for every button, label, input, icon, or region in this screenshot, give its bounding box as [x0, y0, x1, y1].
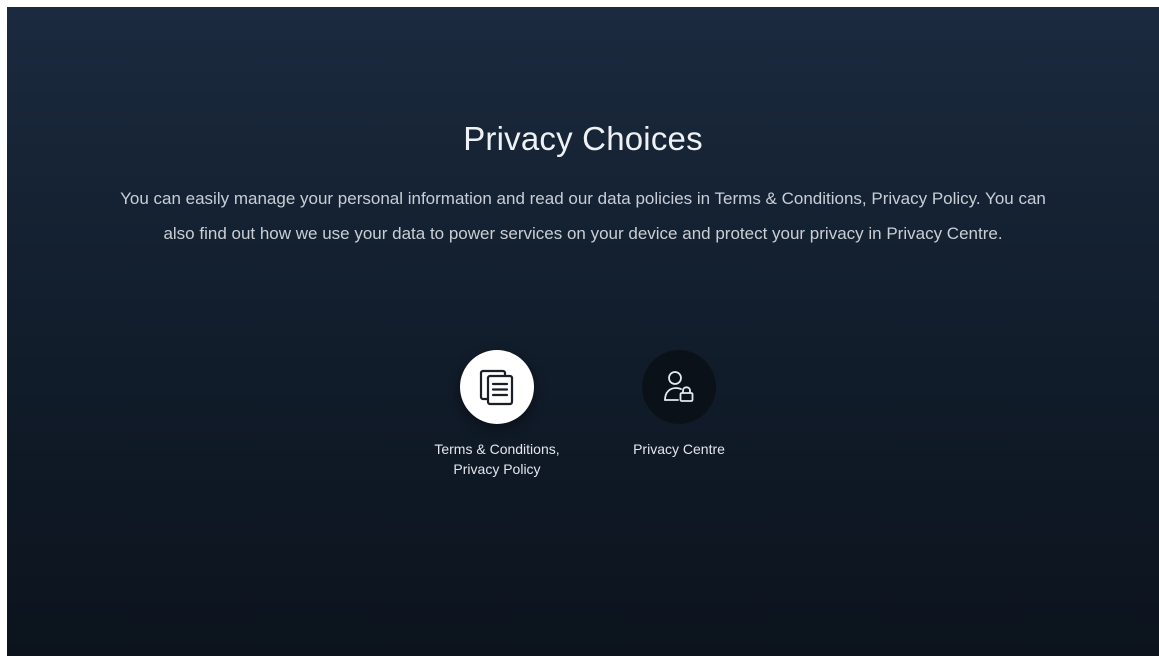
- privacy-centre-option[interactable]: Privacy Centre: [589, 350, 769, 459]
- privacy-centre-label: Privacy Centre: [589, 439, 769, 459]
- privacy-choices-screen: Privacy Choices You can easily manage yo…: [7, 7, 1159, 656]
- documents-icon: [479, 369, 514, 406]
- terms-conditions-label: Terms & Conditions, Privacy Policy: [407, 439, 587, 479]
- person-lock-icon: [664, 371, 694, 402]
- terms-conditions-option[interactable]: Terms & Conditions, Privacy Policy: [407, 350, 587, 479]
- terms-label-line2: Privacy Policy: [453, 461, 541, 477]
- privacy-label-line1: Privacy Centre: [633, 441, 725, 457]
- terms-conditions-button[interactable]: [460, 350, 534, 424]
- terms-label-line1: Terms & Conditions,: [434, 441, 560, 457]
- page-description: You can easily manage your personal info…: [120, 189, 1046, 243]
- privacy-centre-button[interactable]: [642, 350, 716, 424]
- page-title: Privacy Choices: [463, 120, 703, 157]
